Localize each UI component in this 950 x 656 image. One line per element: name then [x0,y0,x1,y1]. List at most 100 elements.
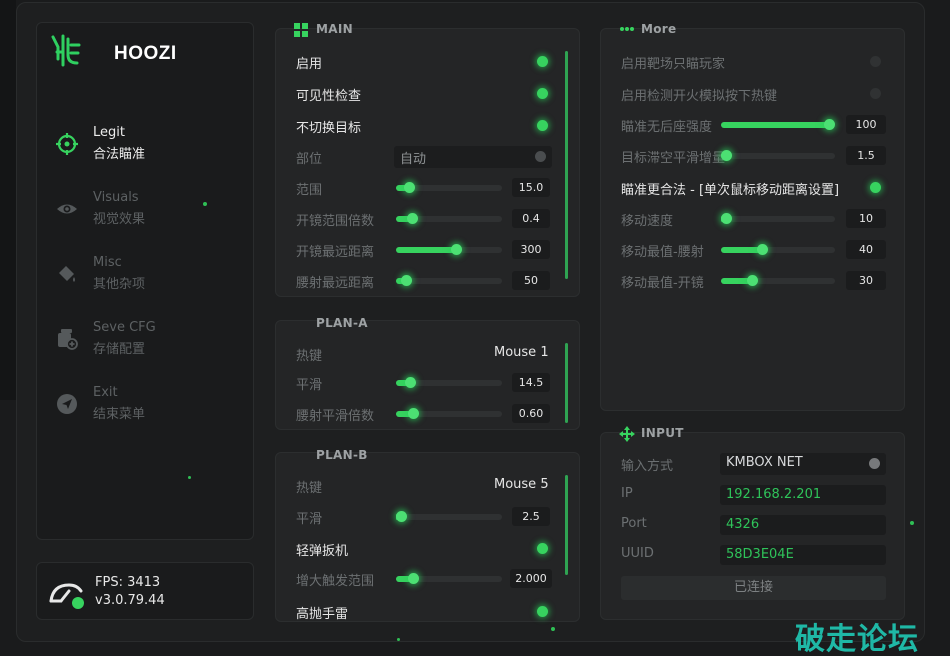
hip-dist-value[interactable]: 50 [512,271,550,290]
smooth-slider[interactable] [396,511,502,522]
fps-counter: FPS: 3413 [95,575,161,590]
scrollbar[interactable] [565,343,568,423]
hip-smooth-value[interactable]: 0.60 [512,404,550,423]
smooth-slider[interactable] [396,377,502,388]
visibility-toggle[interactable] [537,88,548,99]
no-recoil-label: 瞄准无后座强度 [621,120,713,135]
scope-range-slider[interactable] [396,213,502,224]
slider-knob[interactable] [451,244,462,255]
move-speed-row: 移动速度 10 [621,208,886,230]
scrollbar[interactable] [565,475,568,575]
plan-b-hotkey-row: 热键 Mouse 5 [296,475,556,497]
slider-knob[interactable] [405,377,416,388]
enable-toggle[interactable] [537,56,548,67]
slider-knob[interactable] [404,182,415,193]
grenade-toggle[interactable] [537,606,548,617]
hip-dist-slider[interactable] [396,275,502,286]
move-max-scope-value[interactable]: 30 [846,271,886,290]
hotkey-label: 热键 [296,349,323,364]
port-field[interactable]: 4326 [720,515,886,535]
sidebar-item-visuals[interactable]: Visuals 视觉效果 [51,188,241,230]
range-only-row[interactable]: 启用靶场只瞄玩家 [621,51,886,73]
slider-knob[interactable] [747,275,758,286]
bone-row: 部位 自动 [296,146,556,168]
sidebar-item-label: Legit [93,125,125,140]
scope-range-value[interactable]: 0.4 [512,209,550,228]
slider-knob[interactable] [396,511,407,522]
sidebar-item-legit[interactable]: Legit 合法瞄准 [51,123,241,165]
plan-b-grenade-row[interactable]: 高抛手雷 [296,601,556,623]
slider-knob[interactable] [824,119,835,130]
port-label: Port [621,516,647,531]
hotkey-label: 热键 [296,481,323,496]
bone-select[interactable]: 自动 [394,146,552,168]
slider-knob[interactable] [757,244,768,255]
ip-field[interactable]: 192.168.2.201 [720,485,886,505]
visibility-row[interactable]: 可见性检查 [296,83,556,105]
sidebar-item-exit[interactable]: Exit 结束菜单 [51,383,241,425]
uuid-field[interactable]: 58D3E04E [720,545,886,565]
legit-aim-row[interactable]: 瞄准更合法 - [单次鼠标移动距离设置] [621,177,886,199]
scope-dist-value[interactable]: 300 [512,240,550,259]
fire-detect-toggle[interactable] [870,88,881,99]
scope-range-label: 开镜范围倍数 [296,214,375,229]
visibility-label: 可见性检查 [296,89,362,104]
legit-aim-toggle[interactable] [870,182,881,193]
sidebar-item-sublabel: 其他杂项 [93,277,146,292]
slider-knob[interactable] [721,150,732,161]
move-max-hip-slider[interactable] [721,244,835,255]
no-switch-row[interactable]: 不切换目标 [296,115,556,137]
slider-knob[interactable] [407,213,418,224]
plan-b-trigger-row[interactable]: 轻弹扳机 [296,538,556,560]
connect-button[interactable]: 已连接 [621,576,886,600]
hotkey-button[interactable]: Mouse 1 [494,345,549,360]
trigger-range-slider[interactable] [396,573,502,584]
trigger-range-value[interactable]: 2.000 [510,569,552,588]
slider-knob[interactable] [408,573,419,584]
slider-fill [396,247,456,253]
smooth-value[interactable]: 2.5 [512,507,550,526]
scrollbar[interactable] [565,51,568,279]
enable-row[interactable]: 启用 [296,51,556,73]
input-method-value: KMBOX NET [726,455,803,470]
scope-dist-row: 开镜最远距离 300 [296,239,556,261]
air-smooth-value[interactable]: 1.5 [846,146,886,165]
no-recoil-slider[interactable] [721,119,835,130]
move-max-hip-value[interactable]: 40 [846,240,886,259]
air-smooth-slider[interactable] [721,150,835,161]
sidebar-item-label: Visuals [93,190,139,205]
plan-b-panel: PLAN-B 热键 Mouse 5 平滑 2.5 轻弹扳机 增大触发范围 2.0… [275,448,580,623]
range-label: 范围 [296,183,323,198]
panel-title: More [641,22,677,36]
scope-dist-slider[interactable] [396,244,502,255]
fire-detect-row[interactable]: 启用检测开火模拟按下热键 [621,83,886,105]
move-max-hip-label: 移动最值-腰射 [621,245,704,260]
background-area [0,0,16,400]
move-speed-value[interactable]: 10 [846,209,886,228]
input-method-select[interactable]: KMBOX NET [720,453,886,475]
main-panel: MAIN 启用 可见性检查 不切换目标 部位 自动 范围 15.0 开镜范围倍数… [275,22,580,297]
move-max-scope-row: 移动最值-开镜 30 [621,270,886,292]
range-value[interactable]: 15.0 [512,178,550,197]
sidebar-item-misc[interactable]: Misc 其他杂项 [51,253,241,295]
panel-title: PLAN-B [316,448,368,462]
trigger-toggle[interactable] [537,543,548,554]
slider-knob[interactable] [401,275,412,286]
paint-bucket-icon [59,266,75,282]
range-only-toggle[interactable] [870,56,881,67]
smooth-value[interactable]: 14.5 [512,373,550,392]
move-speed-slider[interactable] [721,213,835,224]
version-label: v3.0.79.44 [95,593,165,608]
no-switch-toggle[interactable] [537,120,548,131]
slider-knob[interactable] [721,213,732,224]
sidebar-item-sublabel: 结束菜单 [93,407,146,422]
no-recoil-value[interactable]: 100 [846,115,886,134]
hotkey-button[interactable]: Mouse 5 [494,477,549,492]
sidebar-item-save-cfg[interactable]: Seve CFG 存储配置 [51,318,241,360]
slider-knob[interactable] [408,408,419,419]
sidebar-item-label: Misc [93,255,122,270]
move-max-scope-slider[interactable] [721,275,835,286]
range-row: 范围 15.0 [296,177,556,199]
hip-smooth-slider[interactable] [396,408,502,419]
range-slider[interactable] [396,182,502,193]
